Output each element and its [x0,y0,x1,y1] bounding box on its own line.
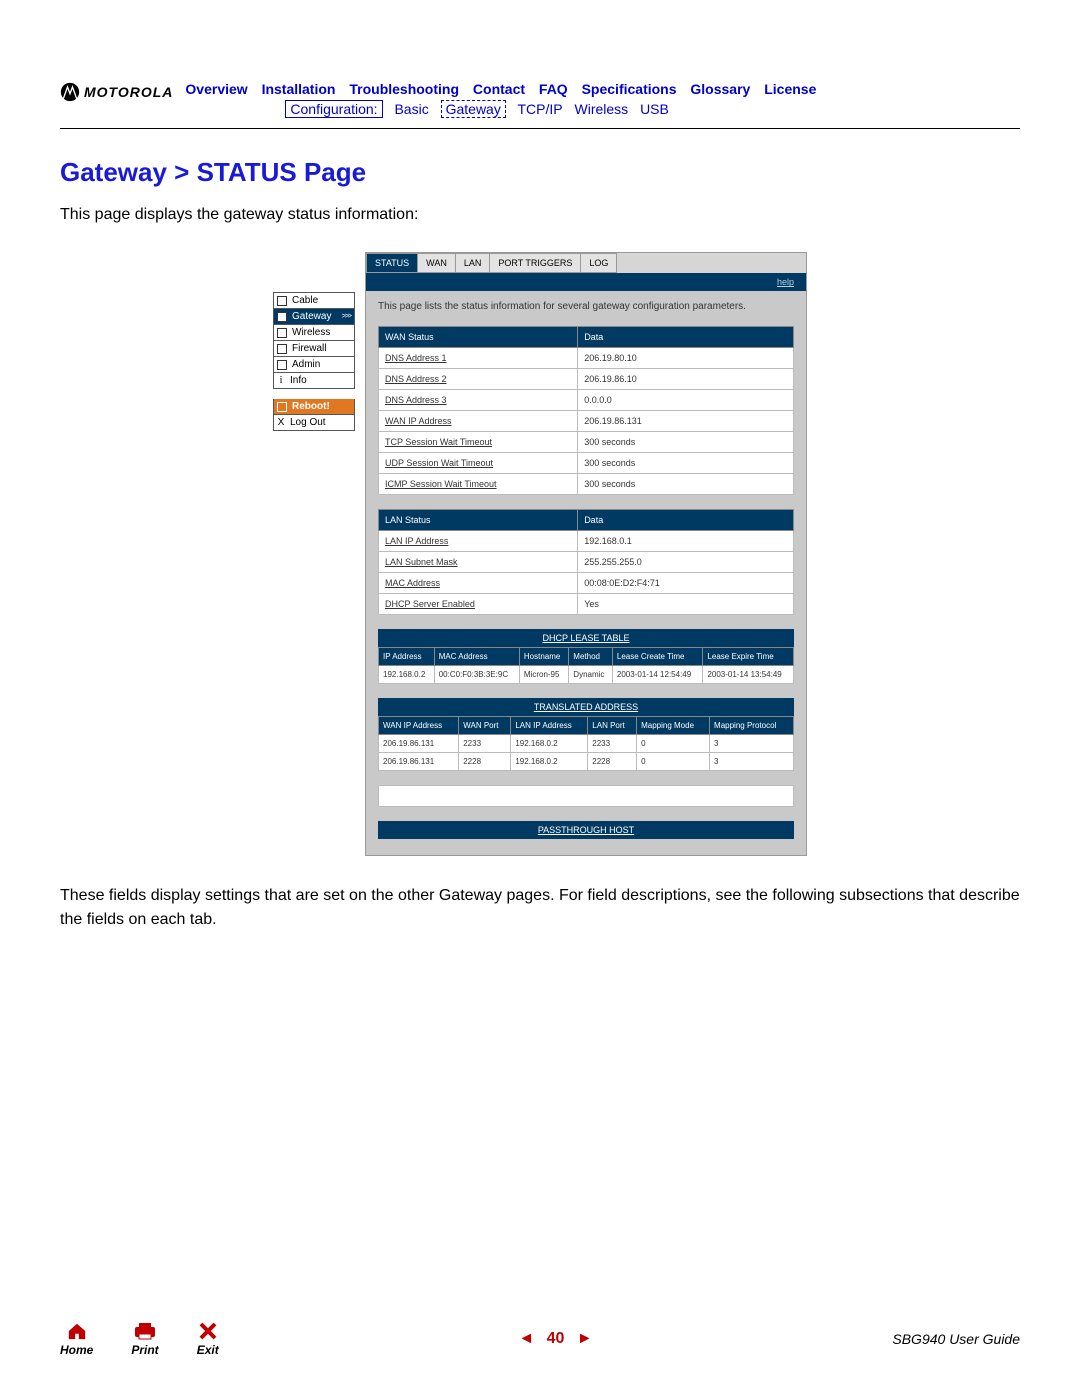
top-nav: Overview Installation Troubleshooting Co… [185,80,1020,118]
home-button[interactable]: Home [60,1321,93,1357]
panel-desc: This page lists the status information f… [378,301,794,312]
nav-troubleshooting[interactable]: Troubleshooting [349,81,459,97]
nav-specs[interactable]: Specifications [582,81,677,97]
nav-overview[interactable]: Overview [185,81,247,97]
table-row: DNS Address 1206.19.80.10 [379,348,794,369]
translated-address-table: WAN IP AddressWAN PortLAN IP Address LAN… [378,716,794,771]
tab-wan[interactable]: WAN [418,253,456,273]
sidenav-firewall[interactable]: Firewall [273,341,355,357]
table-row: DNS Address 2206.19.86.10 [379,369,794,390]
tab-port-triggers[interactable]: PORT TRIGGERS [490,253,581,273]
page-number: ◄ 40 ► [219,1330,893,1348]
tab-bar: STATUS WAN LAN PORT TRIGGERS LOG [366,253,806,273]
dhcp-caption: DHCP LEASE TABLE [378,629,794,647]
table-row: 206.19.86.1312233192.168.0.2 223303 [379,735,794,753]
app-panel: STATUS WAN LAN PORT TRIGGERS LOG help Th… [365,252,807,856]
sidenav-reboot[interactable]: Reboot! [273,399,355,415]
lan-status-table: LAN StatusData LAN IP Address192.168.0.1… [378,509,794,615]
table-row: DNS Address 30.0.0.0 [379,390,794,411]
page-title: Gateway > STATUS Page [60,157,1020,188]
wan-status-table: WAN StatusData DNS Address 1206.19.80.10… [378,326,794,495]
subnav-gateway[interactable]: Gateway [441,100,506,118]
tab-log[interactable]: LOG [581,253,617,273]
nav-contact[interactable]: Contact [473,81,525,97]
passthrough-caption: PASSTHROUGH HOST [378,821,794,839]
nav-installation[interactable]: Installation [262,81,336,97]
sidenav-cable[interactable]: Cable [273,292,355,309]
table-row: ICMP Session Wait Timeout300 seconds [379,474,794,495]
exit-button[interactable]: Exit [197,1321,219,1357]
subnav-wireless[interactable]: Wireless [575,101,629,117]
dhcp-lease-table: IP AddressMAC AddressHostname MethodLeas… [378,647,794,684]
guide-name: SBG940 User Guide [892,1331,1020,1347]
table-row: MAC Address00:08:0E:D2:F4:71 [379,573,794,594]
help-link[interactable]: help [777,277,794,287]
subnav-basic[interactable]: Basic [394,101,428,117]
subnav-configuration[interactable]: Configuration: [285,100,382,118]
nav-glossary[interactable]: Glossary [690,81,750,97]
print-button[interactable]: Print [131,1321,158,1357]
outro-text: These fields display settings that are s… [60,884,1020,930]
sidenav-logout[interactable]: XLog Out [273,415,355,431]
header-divider [60,128,1020,129]
prev-page-arrow[interactable]: ◄ [518,1330,534,1347]
table-row: LAN Subnet Mask255.255.255.0 [379,552,794,573]
nav-license[interactable]: License [764,81,816,97]
sidenav-gateway[interactable]: Gateway>>> [273,309,355,325]
subnav-usb[interactable]: USB [640,101,669,117]
next-page-arrow[interactable]: ► [577,1330,593,1347]
page-footer: Home Print Exit ◄ 40 ► SBG940 User Guide [60,1321,1020,1357]
table-row: UDP Session Wait Timeout300 seconds [379,453,794,474]
translated-caption: TRANSLATED ADDRESS [378,698,794,716]
subnav-tcpip[interactable]: TCP/IP [517,101,562,117]
passthrough-spacer [378,785,794,807]
table-row: TCP Session Wait Timeout300 seconds [379,432,794,453]
table-row: 192.168.0.200:C0:F0:3B:3E:9CMicron-95 Dy… [379,666,794,684]
sidenav-wireless[interactable]: Wireless [273,325,355,341]
tab-status[interactable]: STATUS [366,253,418,273]
nav-faq[interactable]: FAQ [539,81,568,97]
table-row: 206.19.86.1312228192.168.0.2 222803 [379,753,794,771]
table-row: DHCP Server EnabledYes [379,594,794,615]
brand-logo: MOTOROLA [60,82,173,102]
intro-text: This page displays the gateway status in… [60,206,1020,224]
table-row: WAN IP Address206.19.86.131 [379,411,794,432]
side-nav: Cable Gateway>>> Wireless Firewall Admin… [273,292,355,431]
help-bar: help [366,273,806,291]
sidenav-admin[interactable]: Admin [273,357,355,373]
sidenav-info[interactable]: iInfo [273,373,355,389]
tab-lan[interactable]: LAN [456,253,491,273]
table-row: LAN IP Address192.168.0.1 [379,531,794,552]
